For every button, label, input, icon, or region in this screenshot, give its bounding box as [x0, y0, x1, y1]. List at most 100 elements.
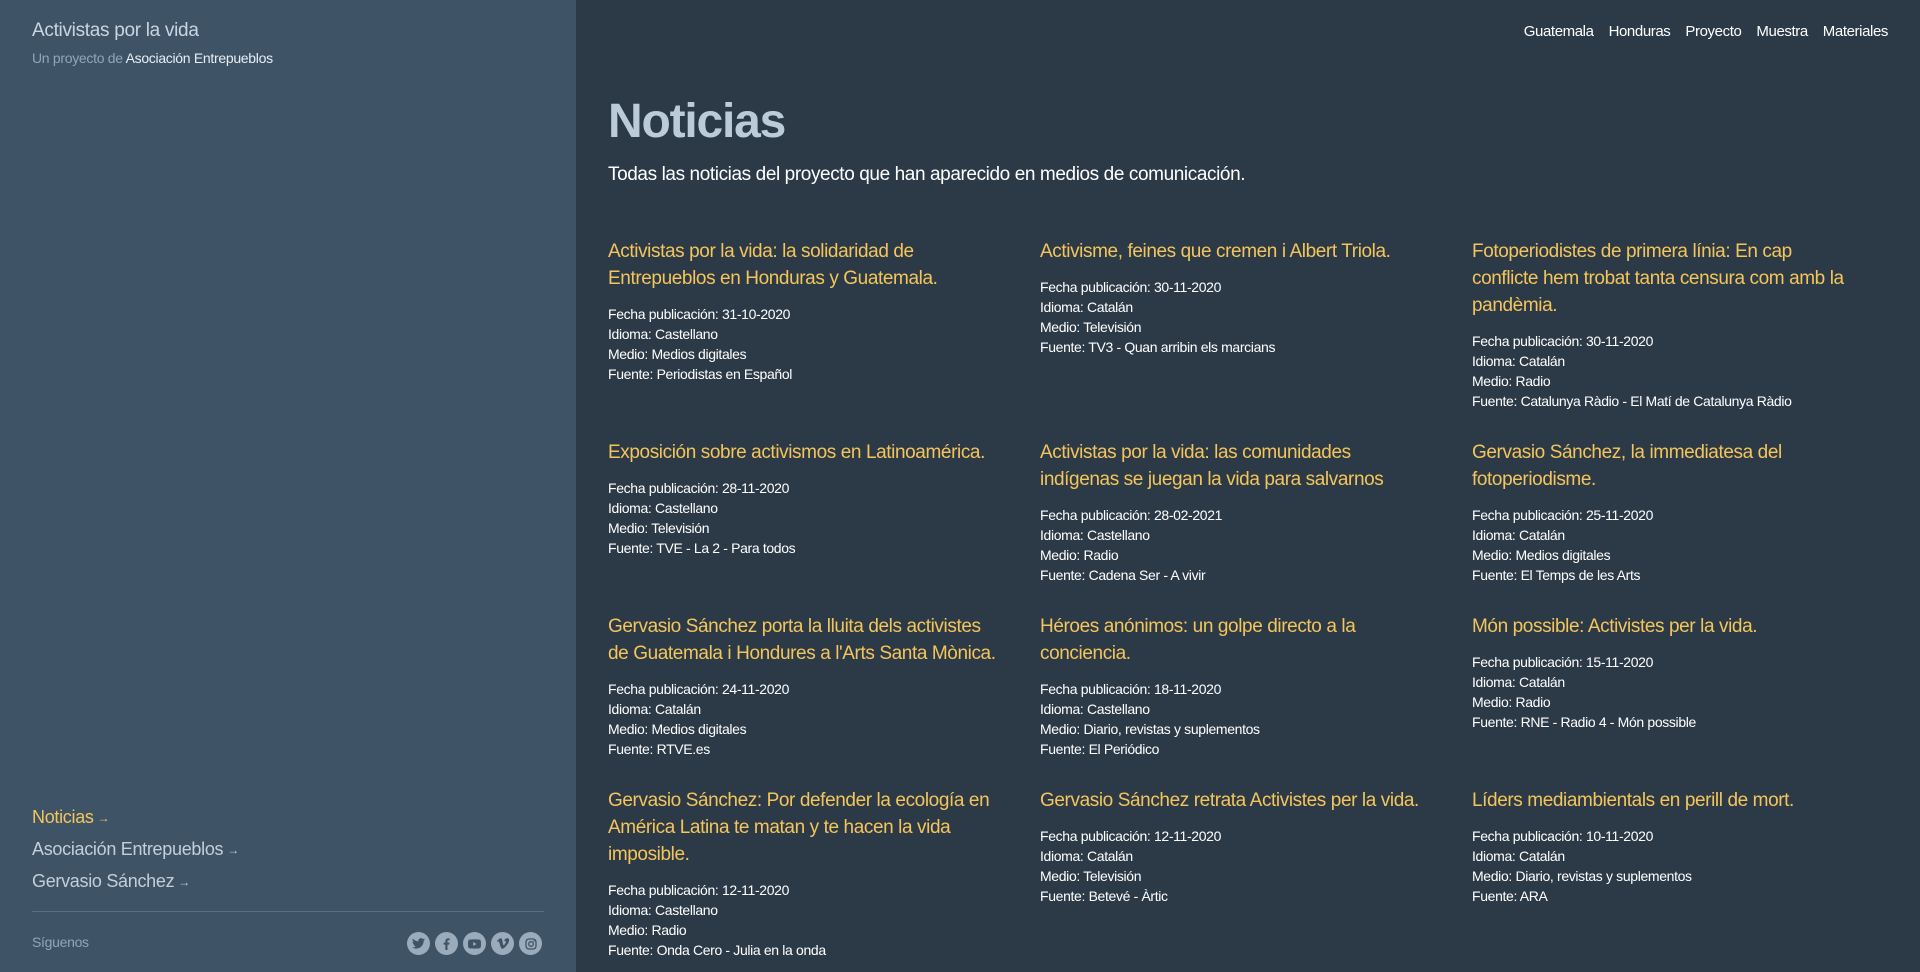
- news-card: Gervasio Sánchez porta la lluita dels ac…: [608, 613, 1040, 759]
- news-source: Fuente: ARA: [1472, 888, 1548, 904]
- news-language: Idioma: Catalán: [1472, 527, 1565, 543]
- news-language: Idioma: Catalán: [1472, 848, 1565, 864]
- site-subtitle: Un proyecto de Asociación Entrepueblos: [32, 50, 273, 66]
- news-card: Líders mediambientals en perill de mort.…: [1472, 787, 1900, 960]
- news-card: Activistas por la vida: la solidaridad d…: [608, 238, 1040, 411]
- news-date: Fecha publicación: 31-10-2020: [608, 306, 791, 322]
- news-language: Idioma: Catalán: [1040, 848, 1133, 864]
- news-card: Gervasio Sánchez: Por defender la ecolog…: [608, 787, 1040, 960]
- news-card: Exposición sobre activismos en Latinoamé…: [608, 439, 1040, 585]
- news-card: Gervasio Sánchez, la immediatesa del fot…: [1472, 439, 1900, 585]
- nav-item-muestra[interactable]: Muestra: [1756, 23, 1808, 40]
- news-card: Activistas por la vida: las comunidades …: [1040, 439, 1472, 585]
- site-title[interactable]: Activistas por la vida: [32, 20, 199, 42]
- news-medium: Medio: Televisión: [1040, 868, 1142, 884]
- arrow-right-icon: →: [227, 843, 239, 857]
- news-title-link[interactable]: Exposición sobre activismos en Latinoamé…: [608, 439, 1000, 466]
- sidebar-link-gervasio[interactable]: Gervasio Sánchez →: [32, 869, 239, 901]
- page-title: Noticias: [608, 95, 786, 148]
- news-card: Héroes anónimos: un golpe directo a la c…: [1040, 613, 1472, 759]
- news-title-link[interactable]: Món possible: Activistes per la vida.: [1472, 613, 1860, 640]
- news-title-link[interactable]: Activistas por la vida: la solidaridad d…: [608, 238, 1000, 292]
- news-card: Activisme, feines que cremen i Albert Tr…: [1040, 238, 1472, 411]
- arrow-right-icon: →: [97, 811, 110, 825]
- news-medium: Medio: Medios digitales: [608, 346, 747, 362]
- news-date: Fecha publicación: 24-11-2020: [608, 681, 790, 697]
- news-language: Idioma: Castellano: [608, 500, 718, 516]
- facebook-icon[interactable]: [435, 932, 458, 955]
- news-grid: Activistas por la vida: la solidaridad d…: [608, 238, 1900, 960]
- news-medium: Medio: Diario, revistas y suplementos: [1472, 868, 1692, 884]
- news-date: Fecha publicación: 30-11-2020: [1040, 279, 1222, 295]
- news-date: Fecha publicación: 18-11-2020: [1040, 681, 1222, 697]
- news-language: Idioma: Catalán: [608, 701, 701, 717]
- youtube-icon[interactable]: [463, 932, 486, 955]
- news-title-link[interactable]: Gervasio Sánchez, la immediatesa del fot…: [1472, 439, 1860, 493]
- news-medium: Medio: Televisión: [1040, 319, 1142, 335]
- news-date: Fecha publicación: 28-02-2021: [1040, 507, 1223, 523]
- news-medium: Medio: Medios digitales: [1472, 547, 1611, 563]
- news-date: Fecha publicación: 28-11-2020: [608, 480, 790, 496]
- sidebar-link-entrepueblos[interactable]: Asociación Entrepueblos →: [32, 837, 239, 869]
- news-title-link[interactable]: Activisme, feines que cremen i Albert Tr…: [1040, 238, 1432, 265]
- arrow-right-icon: →: [178, 875, 190, 889]
- page-intro: Todas las noticias del proyecto que han …: [608, 164, 1246, 185]
- news-date: Fecha publicación: 30-11-2020: [1472, 333, 1654, 349]
- news-title-link[interactable]: Gervasio Sánchez porta la lluita dels ac…: [608, 613, 1000, 667]
- sidebar: Activistas por la vida Un proyecto de As…: [0, 0, 576, 972]
- news-source: Fuente: Onda Cero - Julia en la onda: [608, 942, 826, 958]
- sidebar-link-noticias[interactable]: Noticias →: [32, 805, 239, 837]
- news-medium: Medio: Radio: [1472, 373, 1551, 389]
- twitter-icon[interactable]: [407, 932, 430, 955]
- news-medium: Medio: Medios digitales: [608, 721, 747, 737]
- follow-label: Síguenos: [32, 934, 89, 950]
- news-source: Fuente: Periodistas en Español: [608, 366, 793, 382]
- instagram-icon[interactable]: [519, 932, 542, 955]
- subtitle-org-link[interactable]: Asociación Entrepueblos: [126, 50, 274, 66]
- sidebar-link-label: Noticias: [32, 807, 94, 827]
- news-title-link[interactable]: Activistas por la vida: las comunidades …: [1040, 439, 1432, 493]
- news-date: Fecha publicación: 15-11-2020: [1472, 654, 1654, 670]
- news-title-link[interactable]: Líders mediambientals en perill de mort.: [1472, 787, 1860, 814]
- news-card: Món possible: Activistes per la vida. Fe…: [1472, 613, 1900, 759]
- news-medium: Medio: Televisión: [608, 520, 710, 536]
- nav-item-guatemala[interactable]: Guatemala: [1524, 23, 1594, 40]
- news-source: Fuente: TV3 - Quan arribin els marcians: [1040, 339, 1276, 355]
- news-medium: Medio: Radio: [1472, 694, 1551, 710]
- news-source: Fuente: Betevé - Àrtic: [1040, 888, 1168, 904]
- news-medium: Medio: Radio: [608, 922, 687, 938]
- sidebar-nav: Noticias → Asociación Entrepueblos → Gerva…: [32, 805, 239, 901]
- news-title-link[interactable]: Fotoperiodistes de primera línia: En cap…: [1472, 238, 1860, 319]
- news-language: Idioma: Catalán: [1472, 353, 1565, 369]
- news-title-link[interactable]: Gervasio Sánchez retrata Activistes per …: [1040, 787, 1432, 814]
- news-source: Fuente: TVE - La 2 - Para todos: [608, 540, 796, 556]
- news-language: Idioma: Castellano: [1040, 527, 1150, 543]
- news-medium: Medio: Radio: [1040, 547, 1119, 563]
- sidebar-link-label: Asociación Entrepueblos: [32, 839, 224, 859]
- news-date: Fecha publicación: 10-11-2020: [1472, 828, 1654, 844]
- news-title-link[interactable]: Gervasio Sánchez: Por defender la ecolog…: [608, 787, 1000, 868]
- top-navigation: Guatemala Honduras Proyecto Muestra Mate…: [1524, 23, 1889, 40]
- sidebar-link-label: Gervasio Sánchez: [32, 871, 175, 891]
- news-source: Fuente: El Temps de les Arts: [1472, 567, 1641, 583]
- news-source: Fuente: RTVE.es: [608, 741, 710, 757]
- news-title-link[interactable]: Héroes anónimos: un golpe directo a la c…: [1040, 613, 1432, 667]
- news-medium: Medio: Diario, revistas y suplementos: [1040, 721, 1260, 737]
- nav-item-proyecto[interactable]: Proyecto: [1685, 23, 1741, 40]
- news-language: Idioma: Catalán: [1472, 674, 1565, 690]
- social-links: [407, 932, 542, 955]
- news-date: Fecha publicación: 12-11-2020: [608, 882, 790, 898]
- news-source: Fuente: Cadena Ser - A vivir: [1040, 567, 1206, 583]
- subtitle-prefix: Un proyecto de: [32, 50, 123, 66]
- nav-item-materiales[interactable]: Materiales: [1823, 23, 1889, 40]
- news-card: Gervasio Sánchez retrata Activistes per …: [1040, 787, 1472, 960]
- nav-item-honduras[interactable]: Honduras: [1609, 23, 1671, 40]
- news-source: Fuente: El Periódico: [1040, 741, 1160, 757]
- news-card: Fotoperiodistes de primera línia: En cap…: [1472, 238, 1900, 411]
- news-language: Idioma: Castellano: [608, 902, 718, 918]
- news-language: Idioma: Castellano: [1040, 701, 1150, 717]
- vimeo-icon[interactable]: [491, 932, 514, 955]
- news-language: Idioma: Catalán: [1040, 299, 1133, 315]
- news-source: Fuente: Catalunya Ràdio - El Matí de Cat…: [1472, 393, 1792, 409]
- news-source: Fuente: RNE - Radio 4 - Món possible: [1472, 714, 1696, 730]
